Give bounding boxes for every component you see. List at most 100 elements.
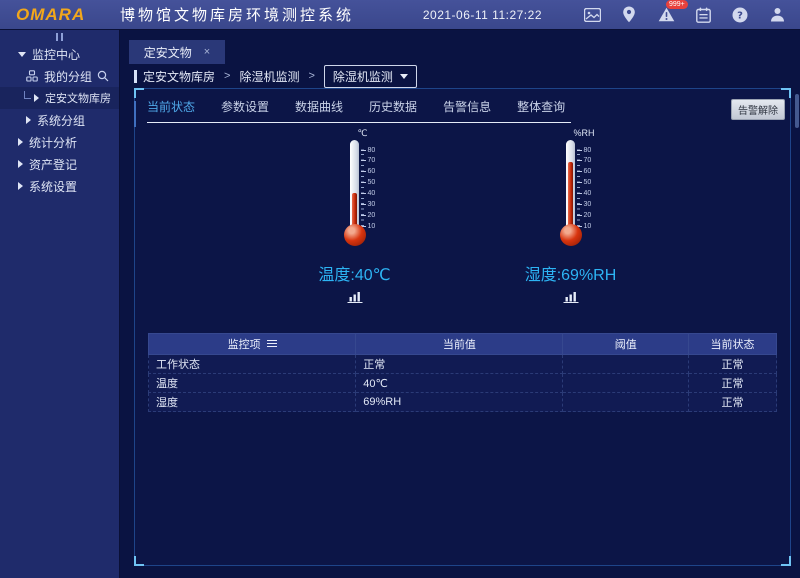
cell-item: 温度 — [149, 374, 356, 393]
cell-threshold — [563, 393, 689, 412]
sidebar-item-my-groups[interactable]: 我的分组 — [0, 65, 119, 87]
page-title: 博物馆文物库房环境测控系统 — [120, 4, 354, 25]
svg-text:?: ? — [737, 10, 743, 21]
cell-threshold — [563, 374, 689, 393]
scrollbar-thumb[interactable] — [795, 94, 799, 128]
tab-dingan[interactable]: 定安文物 × — [129, 40, 225, 64]
tick-label: 20 — [361, 211, 376, 219]
unit-label: ℃ — [358, 128, 368, 139]
cell-value: 69%RH — [356, 393, 563, 412]
panel-edge-accent — [134, 101, 136, 127]
tab-label: 定安文物 — [144, 44, 192, 61]
cell-threshold — [563, 355, 689, 374]
close-icon[interactable]: × — [204, 46, 210, 58]
alarm-clear-button[interactable]: 告警解除 — [731, 99, 785, 120]
unit-label: %RH — [574, 128, 595, 138]
tick-label: 50 — [577, 179, 592, 187]
thermometer-tube — [566, 140, 575, 232]
panel-corner — [134, 556, 144, 566]
tick-label: 80 — [577, 146, 592, 154]
cell-value: 40℃ — [356, 374, 563, 393]
panel-corner — [781, 556, 791, 566]
search-icon[interactable] — [97, 70, 109, 82]
tick-label: 70 — [361, 157, 376, 165]
brand-logo: OMARA — [0, 5, 112, 25]
cell-status: 正常 — [689, 393, 777, 412]
tick-label: 70 — [577, 157, 592, 165]
table-row: 湿度 69%RH 正常 — [149, 393, 777, 412]
tab-data-curve[interactable]: 数据曲线 — [295, 98, 343, 115]
tick-label: 30 — [361, 200, 376, 208]
breadcrumb: 定安文物库房 > 除湿机监测 > 除湿机监测 — [121, 64, 800, 88]
help-icon[interactable]: ? — [731, 6, 749, 24]
main-area: 定安文物 × 定安文物库房 > 除湿机监测 > 除湿机监测 当前状态 — [121, 30, 800, 578]
group-icon — [26, 70, 38, 82]
column-menu-icon[interactable] — [267, 340, 277, 348]
tab-current-status[interactable]: 当前状态 — [147, 98, 195, 115]
monitor-table: 监控项 当前值 阈值 当前状态 工作状态 正常 正常 温度 — [148, 333, 777, 412]
gauges-row: ℃ 8070605040302010 温度:40℃ %RH — [135, 140, 790, 303]
thermometer-gauge: ℃ 8070605040302010 — [318, 140, 392, 252]
table-header-row: 监控项 当前值 阈值 当前状态 — [149, 334, 777, 355]
user-icon[interactable] — [768, 6, 786, 24]
subtabs: 当前状态 参数设置 数据曲线 历史数据 告警信息 整体查询 — [147, 98, 571, 123]
col-header-current-status: 当前状态 — [689, 334, 777, 355]
chevron-right-icon — [18, 182, 23, 190]
thermometer-bulb — [560, 224, 582, 246]
tick-label: 20 — [577, 211, 592, 219]
log-icon[interactable] — [694, 6, 712, 24]
tree-line — [24, 91, 31, 99]
col-header-threshold: 阈值 — [563, 334, 689, 355]
scale-ticks: 8070605040302010 — [577, 140, 607, 232]
cell-value: 正常 — [356, 355, 563, 374]
sidebar-item-system-groups[interactable]: 系统分组 — [0, 109, 119, 131]
panel-corner — [781, 88, 791, 98]
cell-status: 正常 — [689, 355, 777, 374]
location-icon[interactable] — [620, 6, 638, 24]
panel-corner — [134, 88, 144, 98]
temperature-reading: 温度:40℃ — [318, 261, 390, 285]
scale-ticks: 8070605040302010 — [361, 140, 391, 232]
cell-status: 正常 — [689, 374, 777, 393]
sidebar-item-statistics[interactable]: 统计分析 — [0, 131, 119, 153]
tab-history-data[interactable]: 历史数据 — [369, 98, 417, 115]
sidebar-collapse-handle[interactable] — [0, 30, 119, 43]
breadcrumb-root[interactable]: 定安文物库房 — [143, 68, 215, 85]
chevron-down-icon — [18, 52, 26, 57]
bar-chart-icon[interactable] — [347, 290, 363, 303]
alarm-count-badge: 999+ — [666, 0, 688, 9]
sidebar-item-system-settings[interactable]: 系统设置 — [0, 175, 119, 197]
alarm-icon[interactable]: 999+ — [657, 6, 675, 24]
mercury-fill — [568, 162, 573, 232]
tab-overall-query[interactable]: 整体查询 — [517, 98, 565, 115]
breadcrumb-section[interactable]: 除湿机监测 — [239, 68, 299, 85]
chevron-right-icon — [34, 94, 39, 102]
table-row: 温度 40℃ 正常 — [149, 374, 777, 393]
thermometer-temperature: ℃ 8070605040302010 温度:40℃ — [270, 140, 440, 303]
tick-label: 80 — [361, 146, 376, 154]
table-row: 工作状态 正常 正常 — [149, 355, 777, 374]
chevron-right-icon — [18, 160, 23, 168]
breadcrumb-separator: > — [308, 70, 314, 82]
device-dropdown[interactable]: 除湿机监测 — [324, 65, 417, 88]
tick-label: 40 — [577, 189, 592, 197]
chevron-down-icon — [400, 74, 408, 79]
datetime-display: 2021-06-11 11:27:22 — [423, 8, 542, 22]
sidebar-item-dingan-warehouse[interactable]: 定安文物库房 — [0, 87, 119, 109]
sidebar-item-monitor-center[interactable]: 监控中心 — [0, 43, 119, 65]
col-header-item: 监控项 — [228, 336, 261, 352]
header-toolbar: 2021-06-11 11:27:22 999+ ? — [423, 6, 800, 24]
tab-parameter-settings[interactable]: 参数设置 — [221, 98, 269, 115]
app-window: OMARA 博物馆文物库房环境测控系统 2021-06-11 11:27:22 … — [0, 0, 800, 578]
tab-alarm-info[interactable]: 告警信息 — [443, 98, 491, 115]
app-header: OMARA 博物馆文物库房环境测控系统 2021-06-11 11:27:22 … — [0, 0, 800, 30]
thermometer-bulb — [344, 224, 366, 246]
bar-chart-icon[interactable] — [563, 290, 579, 303]
tab-strip: 定安文物 × — [121, 30, 800, 64]
tick-label: 60 — [577, 168, 592, 176]
sidebar-item-asset-register[interactable]: 资产登记 — [0, 153, 119, 175]
tick-label: 40 — [361, 189, 376, 197]
screenshot-icon[interactable] — [583, 6, 601, 24]
sidebar-nav: 监控中心 我的分组 定安文物库房 系统分组 统计分析 资产登记 — [0, 30, 120, 578]
content-panel: 当前状态 参数设置 数据曲线 历史数据 告警信息 整体查询 告警解除 ℃ — [134, 88, 791, 566]
